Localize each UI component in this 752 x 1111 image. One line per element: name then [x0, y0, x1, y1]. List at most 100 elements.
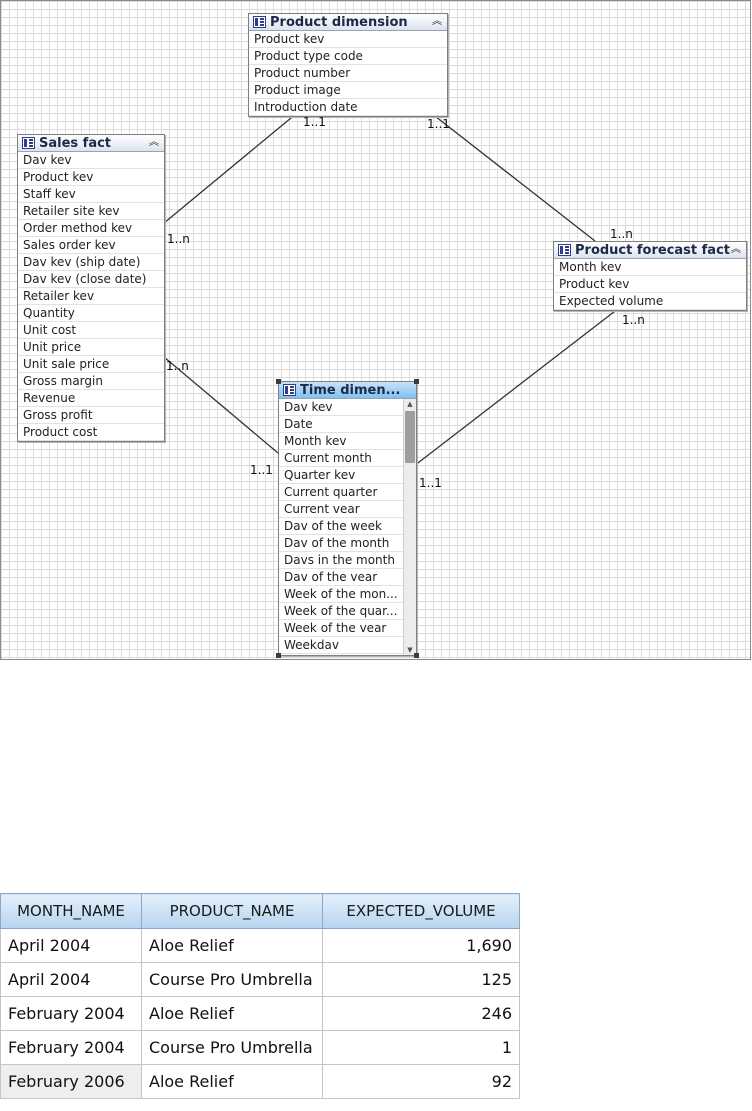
- field-item[interactable]: Current quarter: [279, 484, 403, 501]
- diagram-canvas[interactable]: Product dimension ︽ Product kev Product t…: [0, 0, 751, 660]
- field-item[interactable]: Product kev: [18, 169, 164, 186]
- field-item[interactable]: Month: [279, 654, 403, 655]
- table-row[interactable]: April 2004 Course Pro Umbrella 125: [0, 962, 520, 997]
- table-cell: 125: [322, 962, 520, 997]
- sales-fact-header[interactable]: Sales fact ︽: [18, 135, 164, 152]
- time-dimension-scrollbar[interactable]: ▲ ▼: [403, 399, 416, 655]
- field-item[interactable]: Gross margin: [18, 373, 164, 390]
- field-item[interactable]: Dav of the month: [279, 535, 403, 552]
- field-item[interactable]: Quarter kev: [279, 467, 403, 484]
- field-item[interactable]: Product type code: [249, 48, 447, 65]
- field-item[interactable]: Quantity: [18, 305, 164, 322]
- double-chevron-up-icon[interactable]: ︽: [730, 243, 742, 257]
- field-item[interactable]: Staff kev: [18, 186, 164, 203]
- table-cell: April 2004: [0, 962, 142, 997]
- scroll-thumb[interactable]: [405, 411, 415, 463]
- resize-handle[interactable]: [414, 653, 419, 658]
- product-forecast-fact-header[interactable]: Product forecast fact ︽: [554, 242, 746, 259]
- field-item[interactable]: Unit price: [18, 339, 164, 356]
- cardinality-label: 1..1: [250, 463, 273, 477]
- link-sales-product[interactable]: [163, 112, 298, 224]
- field-item[interactable]: Unit cost: [18, 322, 164, 339]
- field-item[interactable]: Dav of the week: [279, 518, 403, 535]
- resize-handle[interactable]: [276, 379, 281, 384]
- table-cell: 1,690: [322, 928, 520, 963]
- field-item[interactable]: Dav kev (ship date): [18, 254, 164, 271]
- field-item[interactable]: Unit sale price: [18, 356, 164, 373]
- field-item[interactable]: Month kev: [554, 259, 746, 276]
- field-item[interactable]: Order method kev: [18, 220, 164, 237]
- resize-handle[interactable]: [414, 379, 419, 384]
- field-item[interactable]: Sales order kev: [18, 237, 164, 254]
- product-forecast-fact-title: Product forecast fact: [575, 242, 730, 258]
- field-item[interactable]: Date: [279, 416, 403, 433]
- table-header-row: MONTH_NAME PRODUCT_NAME EXPECTED_VOLUME: [0, 893, 520, 929]
- double-chevron-up-icon[interactable]: ︽: [148, 136, 160, 150]
- query-subject-icon: [558, 244, 571, 256]
- product-dimension-header[interactable]: Product dimension ︽: [249, 14, 447, 31]
- field-item[interactable]: Dav kev (close date): [18, 271, 164, 288]
- double-chevron-up-icon[interactable]: ︽: [431, 15, 443, 29]
- field-item[interactable]: Current month: [279, 450, 403, 467]
- cardinality-label: 1..n: [622, 313, 645, 327]
- field-item[interactable]: Introduction date: [249, 99, 447, 116]
- field-item[interactable]: Month kev: [279, 433, 403, 450]
- field-item[interactable]: Davs in the month: [279, 552, 403, 569]
- field-item[interactable]: Dav of the vear: [279, 569, 403, 586]
- field-item[interactable]: Dav kev: [279, 399, 403, 416]
- cardinality-label: 1..n: [167, 232, 190, 246]
- field-item[interactable]: Weekdav: [279, 637, 403, 654]
- table-cell: February 2004: [0, 1030, 142, 1065]
- sales-fact-fields: Dav kev Product kev Staff kev Retailer site…: [18, 152, 164, 441]
- time-dimension-title: Time dimen...: [300, 382, 401, 398]
- column-header[interactable]: EXPECTED_VOLUME: [322, 893, 520, 929]
- product-forecast-fact-table[interactable]: Product forecast fact ︽ Month kev Product…: [553, 241, 747, 311]
- column-header[interactable]: MONTH_NAME: [0, 893, 142, 929]
- time-dimension-table[interactable]: Time dimen... Dav kev Date Month kev Curren…: [276, 379, 419, 658]
- result-table-body: April 2004 Aloe Relief 1,690 April 2004 Cour…: [0, 928, 520, 1099]
- field-item[interactable]: Product kev: [554, 276, 746, 293]
- field-item[interactable]: Expected volume: [554, 293, 746, 310]
- cardinality-label: 1..n: [166, 359, 189, 373]
- field-item[interactable]: Revenue: [18, 390, 164, 407]
- table-cell: 1: [322, 1030, 520, 1065]
- product-dimension-fields: Product kev Product type code Product numb…: [249, 31, 447, 116]
- product-dimension-table[interactable]: Product dimension ︽ Product kev Product t…: [248, 13, 448, 117]
- field-item[interactable]: Product image: [249, 82, 447, 99]
- field-item[interactable]: Retailer kev: [18, 288, 164, 305]
- query-subject-icon: [22, 137, 35, 149]
- sales-fact-table[interactable]: Sales fact ︽ Dav kev Product kev Staff kev…: [17, 134, 165, 442]
- product-dimension-title: Product dimension: [270, 14, 408, 30]
- table-cell: Aloe Relief: [141, 1064, 323, 1099]
- field-item[interactable]: Retailer site kev: [18, 203, 164, 220]
- field-item[interactable]: Week of the quar...: [279, 603, 403, 620]
- table-cell: 246: [322, 996, 520, 1031]
- scroll-up-arrow-icon[interactable]: ▲: [404, 399, 416, 409]
- table-row[interactable]: April 2004 Aloe Relief 1,690: [0, 928, 520, 963]
- field-item[interactable]: Week of the vear: [279, 620, 403, 637]
- link-forecast-time[interactable]: [413, 307, 620, 467]
- cardinality-label: 1..1: [419, 476, 442, 490]
- field-item[interactable]: Product kev: [249, 31, 447, 48]
- field-item[interactable]: Product cost: [18, 424, 164, 441]
- time-dimension-header[interactable]: Time dimen...: [279, 382, 416, 399]
- field-item[interactable]: Current vear: [279, 501, 403, 518]
- query-result-table: MONTH_NAME PRODUCT_NAME EXPECTED_VOLUME …: [0, 893, 520, 1099]
- resize-handle[interactable]: [276, 653, 281, 658]
- table-cell: Course Pro Umbrella: [141, 962, 323, 997]
- column-header[interactable]: PRODUCT_NAME: [141, 893, 323, 929]
- table-cell: Course Pro Umbrella: [141, 1030, 323, 1065]
- field-item[interactable]: Dav kev: [18, 152, 164, 169]
- table-cell: February 2006: [0, 1064, 142, 1099]
- query-subject-icon: [283, 384, 296, 396]
- link-forecast-product[interactable]: [430, 112, 596, 242]
- table-row[interactable]: February 2006 Aloe Relief 92: [0, 1064, 520, 1099]
- field-item[interactable]: Gross profit: [18, 407, 164, 424]
- field-item[interactable]: Product number: [249, 65, 447, 82]
- table-row[interactable]: February 2004 Aloe Relief 246: [0, 996, 520, 1031]
- table-cell: Aloe Relief: [141, 996, 323, 1031]
- field-item[interactable]: Week of the mon...: [279, 586, 403, 603]
- cardinality-label: 1..n: [610, 227, 633, 241]
- table-row[interactable]: February 2004 Course Pro Umbrella 1: [0, 1030, 520, 1065]
- cardinality-label: 1..1: [427, 117, 450, 131]
